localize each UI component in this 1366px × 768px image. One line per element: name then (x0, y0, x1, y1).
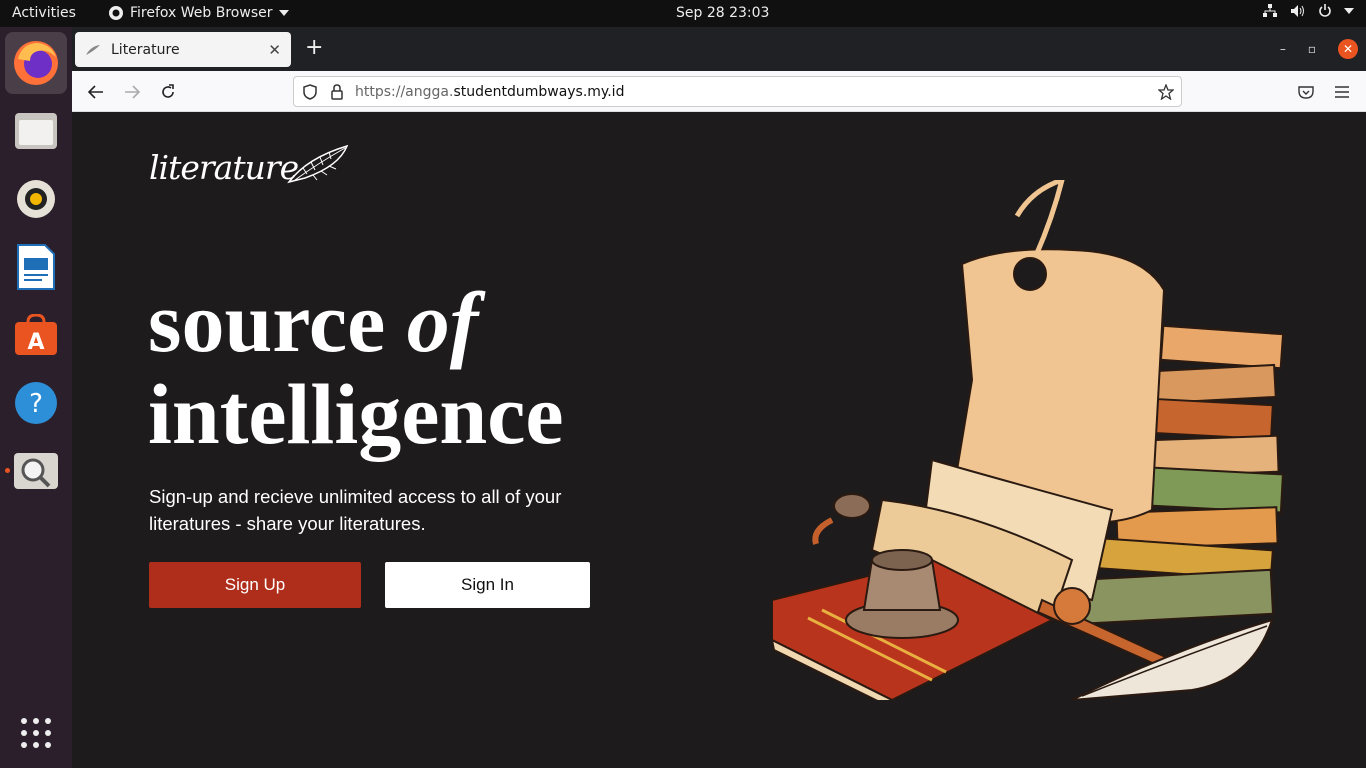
tab-literature[interactable]: Literature ✕ (75, 32, 291, 67)
url-text: https://angga.studentdumbways.my.id (355, 84, 624, 100)
svg-text:A: A (27, 330, 44, 355)
page-content: literature source of intelligence Sign-u… (72, 112, 1366, 768)
writer-icon (17, 244, 55, 290)
network-icon (1263, 4, 1277, 17)
app-menu-label: Firefox Web Browser (130, 5, 273, 21)
app-grid-icon (21, 718, 51, 748)
hero-subtitle: Sign-up and recieve unlimited access to … (149, 486, 562, 534)
dock: A ? (0, 27, 72, 768)
tab-bar: Literature ✕ + – ▫ ✕ (72, 27, 1366, 71)
software-store-icon: A (15, 314, 57, 355)
activities-button[interactable]: Activities (12, 5, 76, 21)
close-icon[interactable]: ✕ (268, 41, 281, 59)
window-controls: – ▫ ✕ (1280, 39, 1358, 59)
system-top-bar: Activities Firefox Web Browser Sep 28 23… (0, 0, 1366, 27)
chevron-down-icon (1344, 8, 1354, 14)
dock-writer[interactable] (5, 236, 67, 298)
site-logo[interactable]: literature (149, 144, 349, 187)
sign-up-button[interactable]: Sign Up (149, 562, 361, 608)
url-domain: studentdumbways.my.id (453, 84, 625, 100)
dock-files[interactable] (5, 100, 67, 162)
screenshot-icon (14, 453, 58, 489)
books-scroll-illustration (772, 180, 1285, 700)
dock-help[interactable]: ? (5, 372, 67, 434)
url-bar[interactable]: https://angga.studentdumbways.my.id (293, 76, 1182, 107)
browser-window: Literature ✕ + – ▫ ✕ https://angga.stude… (72, 27, 1366, 768)
shield-icon[interactable] (303, 84, 317, 100)
pocket-button[interactable] (1295, 81, 1317, 103)
pocket-icon (1298, 86, 1314, 99)
forward-button[interactable] (121, 81, 143, 103)
arrow-left-icon (88, 85, 103, 99)
firefox-icon (109, 6, 123, 20)
files-icon (15, 113, 57, 149)
reload-icon (162, 84, 174, 98)
feather-icon (86, 44, 100, 55)
reload-button[interactable] (157, 81, 179, 103)
app-menu[interactable]: Firefox Web Browser (108, 5, 289, 21)
logo-text: literature (149, 148, 299, 187)
chevron-down-icon (278, 10, 289, 16)
dock-firefox[interactable] (5, 32, 67, 94)
dock-rhythmbox[interactable] (5, 168, 67, 230)
close-window-button[interactable]: ✕ (1338, 39, 1358, 59)
headline-word-of: of (406, 274, 479, 370)
menu-button[interactable] (1331, 81, 1353, 103)
dock-software[interactable]: A (5, 304, 67, 366)
help-icon: ? (15, 382, 57, 424)
url-prefix: https://angga. (355, 84, 454, 100)
svg-text:?: ? (29, 389, 43, 419)
arrow-right-icon (125, 85, 140, 99)
minimize-button[interactable]: – (1280, 42, 1286, 56)
hamburger-icon (1335, 86, 1349, 98)
headline-line-1: source of (148, 276, 564, 368)
new-tab-button[interactable]: + (305, 36, 323, 60)
clock[interactable]: Sep 28 23:03 (676, 5, 769, 21)
firefox-icon (14, 41, 58, 85)
power-icon (1319, 4, 1331, 17)
star-icon[interactable] (1158, 84, 1174, 100)
headline-word-intelligence: intelligence (148, 366, 564, 462)
rhythmbox-icon (17, 180, 55, 218)
show-applications-button[interactable] (5, 702, 67, 764)
tab-title: Literature (111, 41, 180, 58)
feather-icon (287, 144, 349, 184)
back-button[interactable] (85, 81, 107, 103)
navigation-bar: https://angga.studentdumbways.my.id (72, 71, 1366, 112)
headline-word-source: source (148, 274, 386, 370)
lock-icon[interactable] (331, 84, 343, 100)
system-tray[interactable] (1262, 4, 1354, 18)
maximize-button[interactable]: ▫ (1308, 42, 1316, 56)
volume-icon (1291, 5, 1304, 17)
sign-in-button[interactable]: Sign In (385, 562, 590, 608)
dock-screenshot[interactable] (5, 440, 67, 502)
hero-headline: source of intelligence (148, 276, 564, 460)
